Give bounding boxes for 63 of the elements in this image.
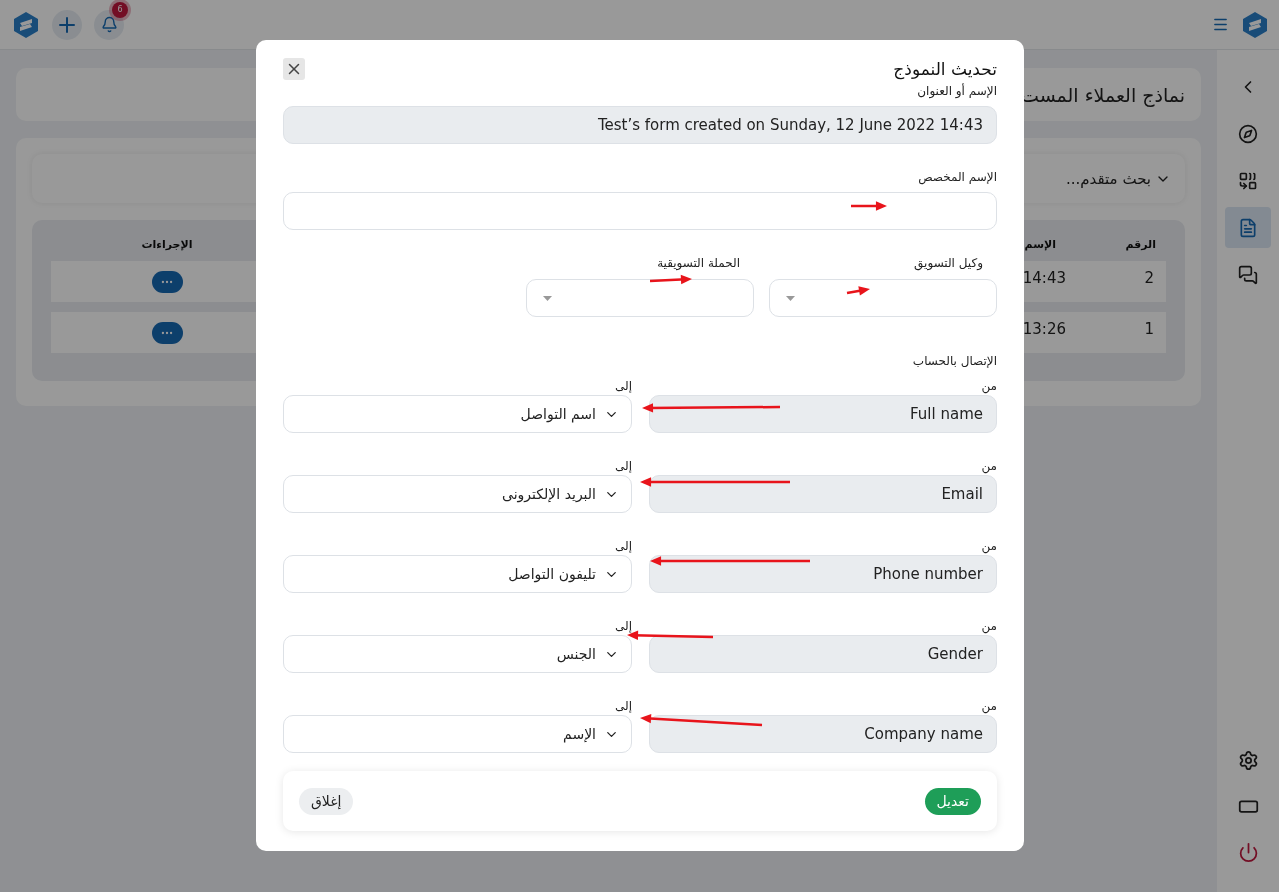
table-cell-text: 14:43 (1022, 268, 1066, 287)
field-label: الحملة التسويقية (656, 256, 741, 271)
logo-icon (1241, 10, 1269, 39)
logo-icon (12, 10, 40, 39)
menu-icon (1212, 16, 1229, 33)
column-header: الإجراءات (141, 238, 193, 251)
caret-icon (786, 295, 795, 301)
table-cell-text: 1 (1144, 319, 1155, 338)
field-value: Email (941, 485, 983, 503)
actions-button[interactable] (151, 270, 183, 293)
column-header: الرقم (1125, 238, 1157, 251)
to-label: إلى (614, 698, 632, 714)
logo-button[interactable] (1241, 10, 1269, 39)
from-label: من (980, 698, 997, 714)
compass-icon (1238, 123, 1258, 144)
field-value: Company name (864, 725, 983, 743)
table-cell-text: 2 (1144, 268, 1155, 287)
field-value: Gender (927, 645, 983, 663)
select-field[interactable] (526, 279, 754, 317)
chat-icon (1238, 264, 1258, 285)
logo-button[interactable] (12, 10, 40, 39)
input-field[interactable] (283, 192, 997, 230)
to-label: إلى (614, 378, 632, 394)
page-title: نماذج العملاء المست (1021, 83, 1185, 106)
from-label: من (980, 538, 997, 554)
select-field[interactable]: البريد الإلكترونى (283, 475, 632, 513)
from-label: من (980, 378, 997, 394)
to-label: إلى (614, 618, 632, 634)
from-label: من (980, 458, 997, 474)
field-value: Phone number (873, 565, 983, 583)
sidebar-item[interactable] (1225, 207, 1271, 248)
actions-button[interactable] (151, 321, 183, 344)
to-label: إلى (614, 458, 632, 474)
annotation-arrow (846, 286, 870, 296)
section-label: الإتصال بالحساب (911, 354, 997, 369)
select-field[interactable]: الجنس (283, 635, 632, 673)
advanced-search-toggle[interactable]: بحث متقدم... (1066, 169, 1171, 188)
combine-icon (1238, 170, 1258, 191)
field-label: وكيل التسويق (913, 256, 984, 271)
notification-badge: 6 (112, 1, 128, 18)
field-label: الإسم أو العنوان (916, 84, 997, 99)
close-button[interactable] (283, 58, 305, 80)
select-field[interactable]: اسم التواصل (283, 395, 632, 433)
dialog-title: تحديث النموذج (893, 59, 997, 79)
to-label: إلى (614, 538, 632, 554)
document-icon (1238, 217, 1258, 238)
caret-icon (543, 295, 552, 301)
field-label: الإسم المخصص (917, 170, 997, 185)
select-field[interactable]: تليفون التواصل (283, 555, 632, 593)
bell-icon (100, 16, 118, 33)
field-value: Full name (910, 405, 983, 423)
close-button[interactable]: إغلاق (299, 787, 354, 815)
settings-icon (1237, 749, 1259, 771)
annotation-arrow (649, 274, 692, 285)
add-button[interactable] (52, 9, 82, 40)
select-field[interactable]: الإسم (283, 715, 632, 753)
annotation-arrow (851, 201, 887, 211)
table-cell-text: 13:26 (1022, 319, 1066, 338)
menu-button[interactable] (1212, 16, 1229, 33)
select-field[interactable] (769, 279, 997, 317)
from-label: من (980, 618, 997, 634)
power-icon (1237, 841, 1259, 863)
column-header: الإسم (1024, 238, 1057, 251)
